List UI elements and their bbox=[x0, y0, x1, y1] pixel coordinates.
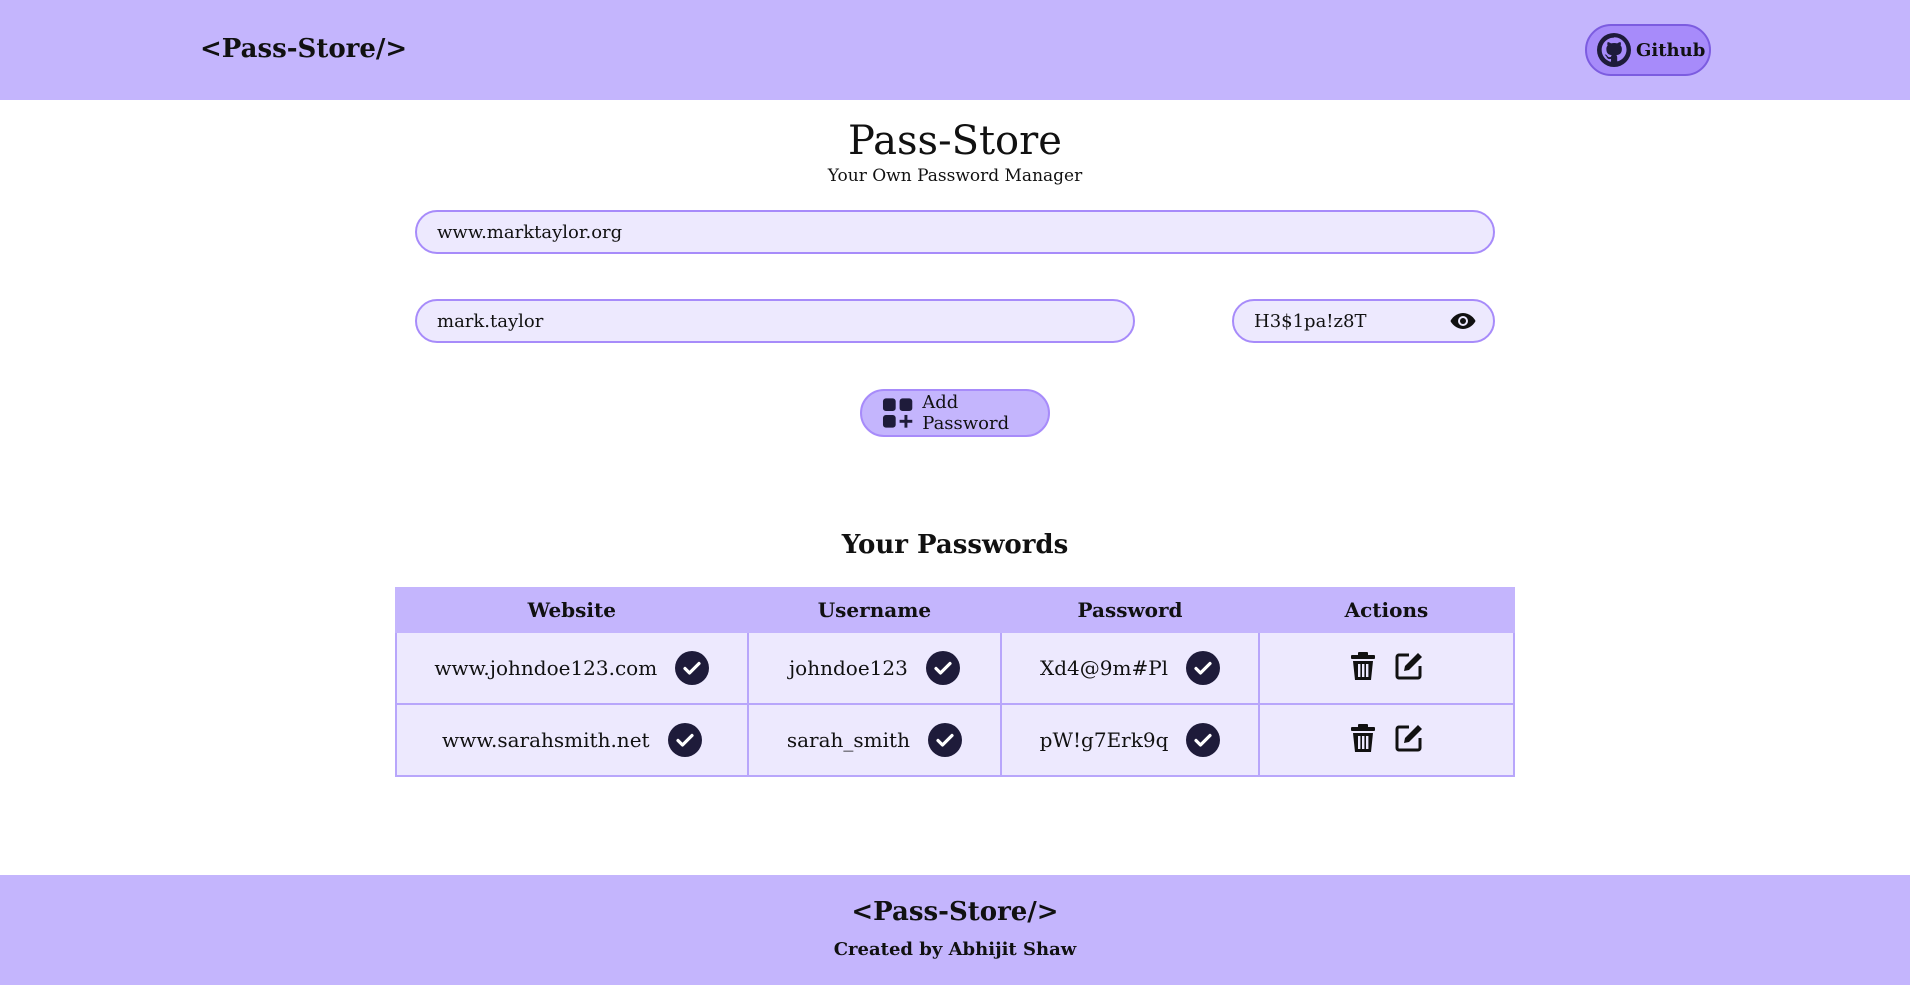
website-input[interactable] bbox=[415, 210, 1495, 254]
check-circle-icon[interactable] bbox=[927, 723, 962, 757]
page-subtitle: Your Own Password Manager bbox=[827, 166, 1083, 186]
check-circle-icon[interactable] bbox=[675, 651, 710, 685]
username-input[interactable] bbox=[415, 299, 1135, 343]
username-cell: sarah_smith bbox=[746, 703, 1003, 777]
website-link[interactable]: www.sarahsmith.net bbox=[442, 728, 650, 752]
password-value: Xd4@9m#Pl bbox=[1039, 656, 1169, 680]
github-icon bbox=[1597, 33, 1631, 67]
username-cell: johndoe123 bbox=[746, 631, 1003, 705]
trash-icon[interactable] bbox=[1347, 722, 1379, 754]
password-field-wrapper bbox=[1232, 299, 1495, 343]
github-button[interactable]: Github bbox=[1585, 24, 1711, 76]
footer: <Pass-Store/> Created by Abhijit Shaw bbox=[0, 875, 1910, 985]
add-password-button[interactable]: Add Password bbox=[860, 389, 1050, 437]
column-header-username: Username bbox=[746, 587, 1003, 633]
passwords-section-title: Your Passwords bbox=[841, 530, 1069, 560]
actions-cell bbox=[1257, 703, 1516, 777]
check-circle-icon[interactable] bbox=[925, 651, 960, 685]
column-header-actions: Actions bbox=[1257, 587, 1516, 633]
edit-icon[interactable] bbox=[1393, 722, 1425, 754]
add-grid-icon bbox=[882, 398, 913, 428]
username-value: johndoe123 bbox=[788, 656, 908, 680]
github-label: Github bbox=[1636, 39, 1706, 61]
check-circle-icon[interactable] bbox=[1186, 651, 1221, 685]
website-link[interactable]: www.johndoe123.com bbox=[434, 656, 657, 680]
table-header-row: Website Username Password Actions bbox=[395, 587, 1516, 633]
navbar: <Pass-Store/> Github bbox=[0, 0, 1910, 100]
table-row: www.johndoe123.com johndoe123 Xd4@9m#Pl bbox=[395, 631, 1516, 705]
username-value: sarah_smith bbox=[786, 728, 910, 752]
trash-icon[interactable] bbox=[1347, 650, 1379, 682]
footer-brand: <Pass-Store/> bbox=[851, 897, 1059, 927]
website-cell: www.johndoe123.com bbox=[395, 631, 749, 705]
passwords-table: Website Username Password Actions www.jo… bbox=[395, 587, 1516, 777]
add-password-label: Add Password bbox=[922, 392, 1010, 434]
table-row: www.sarahsmith.net sarah_smith pW!g7Erk9… bbox=[395, 703, 1516, 777]
check-circle-icon[interactable] bbox=[1186, 723, 1221, 757]
page-title: Pass-Store bbox=[848, 118, 1062, 164]
password-value: pW!g7Erk9q bbox=[1039, 728, 1169, 752]
website-cell: www.sarahsmith.net bbox=[395, 703, 749, 777]
actions-cell bbox=[1257, 631, 1516, 705]
check-circle-icon[interactable] bbox=[667, 723, 702, 757]
password-cell: pW!g7Erk9q bbox=[1000, 703, 1260, 777]
column-header-website: Website bbox=[395, 587, 749, 633]
edit-icon[interactable] bbox=[1393, 650, 1425, 682]
footer-credit: Created by Abhijit Shaw bbox=[833, 939, 1077, 960]
password-cell: Xd4@9m#Pl bbox=[1000, 631, 1260, 705]
eye-icon[interactable] bbox=[1449, 311, 1477, 331]
navbar-brand[interactable]: <Pass-Store/> bbox=[200, 34, 407, 64]
column-header-password: Password bbox=[1000, 587, 1260, 633]
